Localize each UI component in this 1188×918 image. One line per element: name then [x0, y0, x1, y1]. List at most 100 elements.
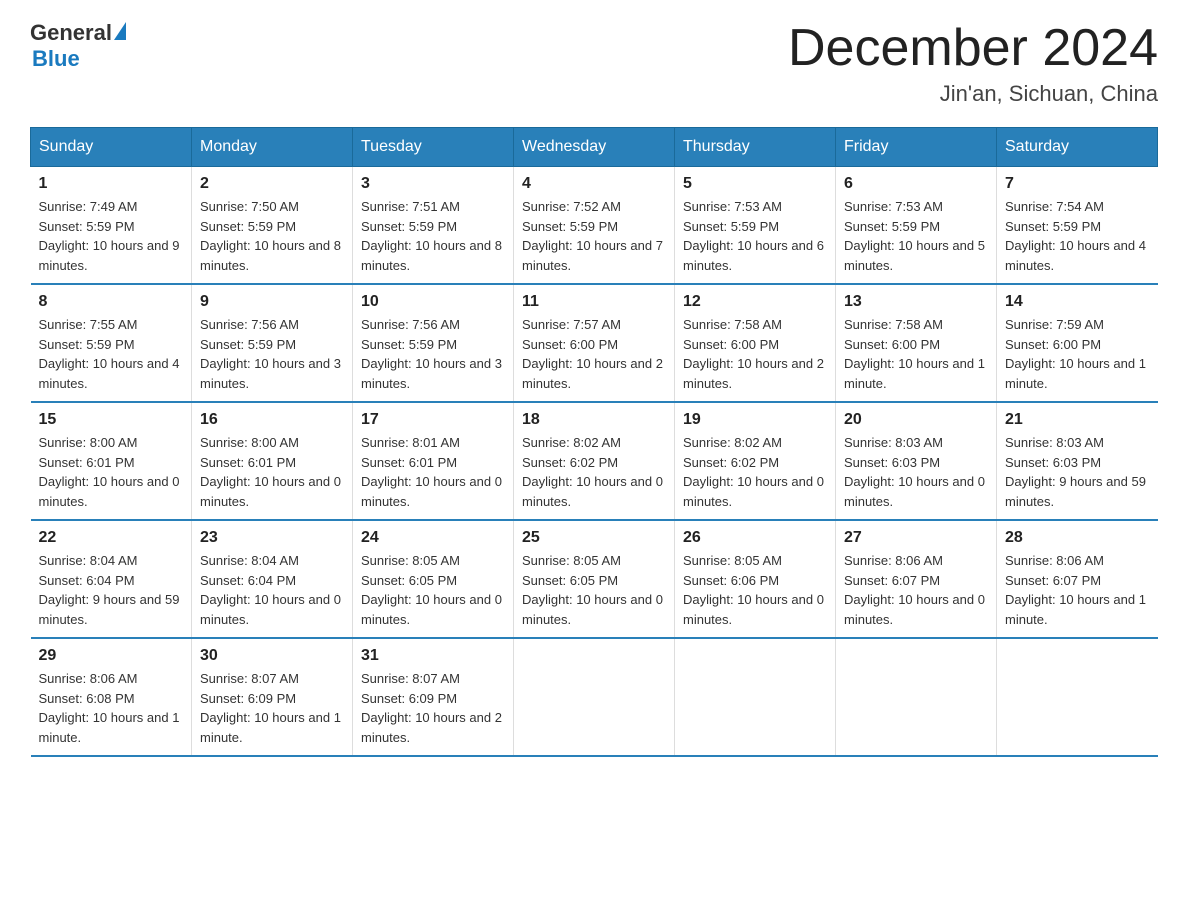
- day-info: Sunrise: 7:55 AMSunset: 5:59 PMDaylight:…: [39, 317, 180, 391]
- day-info: Sunrise: 7:51 AMSunset: 5:59 PMDaylight:…: [361, 199, 502, 273]
- day-number: 2: [200, 175, 344, 193]
- day-number: 22: [39, 529, 184, 547]
- calendar-week-row: 22 Sunrise: 8:04 AMSunset: 6:04 PMDaylig…: [31, 520, 1158, 638]
- day-number: 16: [200, 411, 344, 429]
- month-title: December 2024: [788, 20, 1158, 77]
- calendar-cell: 28 Sunrise: 8:06 AMSunset: 6:07 PMDaylig…: [997, 520, 1158, 638]
- day-number: 15: [39, 411, 184, 429]
- day-number: 17: [361, 411, 505, 429]
- day-info: Sunrise: 7:57 AMSunset: 6:00 PMDaylight:…: [522, 317, 663, 391]
- day-info: Sunrise: 8:04 AMSunset: 6:04 PMDaylight:…: [39, 553, 180, 627]
- calendar-cell: 5 Sunrise: 7:53 AMSunset: 5:59 PMDayligh…: [675, 167, 836, 285]
- calendar-cell: 17 Sunrise: 8:01 AMSunset: 6:01 PMDaylig…: [353, 402, 514, 520]
- day-number: 10: [361, 293, 505, 311]
- calendar-cell: 7 Sunrise: 7:54 AMSunset: 5:59 PMDayligh…: [997, 167, 1158, 285]
- calendar-cell: 24 Sunrise: 8:05 AMSunset: 6:05 PMDaylig…: [353, 520, 514, 638]
- calendar-cell: 20 Sunrise: 8:03 AMSunset: 6:03 PMDaylig…: [836, 402, 997, 520]
- calendar-cell: 14 Sunrise: 7:59 AMSunset: 6:00 PMDaylig…: [997, 284, 1158, 402]
- day-info: Sunrise: 8:01 AMSunset: 6:01 PMDaylight:…: [361, 435, 502, 509]
- calendar-cell: 4 Sunrise: 7:52 AMSunset: 5:59 PMDayligh…: [514, 167, 675, 285]
- day-number: 26: [683, 529, 827, 547]
- calendar-week-row: 29 Sunrise: 8:06 AMSunset: 6:08 PMDaylig…: [31, 638, 1158, 756]
- logo-blue-text: Blue: [32, 46, 80, 72]
- day-info: Sunrise: 7:59 AMSunset: 6:00 PMDaylight:…: [1005, 317, 1146, 391]
- header-monday: Monday: [192, 128, 353, 167]
- day-info: Sunrise: 8:05 AMSunset: 6:06 PMDaylight:…: [683, 553, 824, 627]
- calendar-cell: [675, 638, 836, 756]
- day-info: Sunrise: 7:50 AMSunset: 5:59 PMDaylight:…: [200, 199, 341, 273]
- day-info: Sunrise: 8:03 AMSunset: 6:03 PMDaylight:…: [844, 435, 985, 509]
- day-number: 25: [522, 529, 666, 547]
- calendar-cell: 12 Sunrise: 7:58 AMSunset: 6:00 PMDaylig…: [675, 284, 836, 402]
- calendar-week-row: 15 Sunrise: 8:00 AMSunset: 6:01 PMDaylig…: [31, 402, 1158, 520]
- header-saturday: Saturday: [997, 128, 1158, 167]
- calendar-cell: 13 Sunrise: 7:58 AMSunset: 6:00 PMDaylig…: [836, 284, 997, 402]
- day-number: 31: [361, 647, 505, 665]
- day-info: Sunrise: 8:05 AMSunset: 6:05 PMDaylight:…: [522, 553, 663, 627]
- calendar-cell: 10 Sunrise: 7:56 AMSunset: 5:59 PMDaylig…: [353, 284, 514, 402]
- day-info: Sunrise: 7:53 AMSunset: 5:59 PMDaylight:…: [844, 199, 985, 273]
- calendar-cell: 21 Sunrise: 8:03 AMSunset: 6:03 PMDaylig…: [997, 402, 1158, 520]
- day-info: Sunrise: 8:07 AMSunset: 6:09 PMDaylight:…: [200, 671, 341, 745]
- day-number: 9: [200, 293, 344, 311]
- day-number: 7: [1005, 175, 1150, 193]
- day-number: 18: [522, 411, 666, 429]
- calendar-cell: 3 Sunrise: 7:51 AMSunset: 5:59 PMDayligh…: [353, 167, 514, 285]
- day-info: Sunrise: 7:54 AMSunset: 5:59 PMDaylight:…: [1005, 199, 1146, 273]
- calendar-cell: 18 Sunrise: 8:02 AMSunset: 6:02 PMDaylig…: [514, 402, 675, 520]
- day-number: 13: [844, 293, 988, 311]
- title-block: December 2024 Jin'an, Sichuan, China: [788, 20, 1158, 107]
- calendar-cell: 16 Sunrise: 8:00 AMSunset: 6:01 PMDaylig…: [192, 402, 353, 520]
- day-info: Sunrise: 7:53 AMSunset: 5:59 PMDaylight:…: [683, 199, 824, 273]
- day-info: Sunrise: 7:56 AMSunset: 5:59 PMDaylight:…: [361, 317, 502, 391]
- day-info: Sunrise: 8:00 AMSunset: 6:01 PMDaylight:…: [200, 435, 341, 509]
- day-number: 28: [1005, 529, 1150, 547]
- calendar-cell: [997, 638, 1158, 756]
- day-number: 14: [1005, 293, 1150, 311]
- day-number: 30: [200, 647, 344, 665]
- day-info: Sunrise: 7:56 AMSunset: 5:59 PMDaylight:…: [200, 317, 341, 391]
- calendar-cell: [514, 638, 675, 756]
- day-number: 1: [39, 175, 184, 193]
- calendar-cell: 11 Sunrise: 7:57 AMSunset: 6:00 PMDaylig…: [514, 284, 675, 402]
- day-number: 23: [200, 529, 344, 547]
- day-number: 12: [683, 293, 827, 311]
- day-info: Sunrise: 7:58 AMSunset: 6:00 PMDaylight:…: [844, 317, 985, 391]
- header-friday: Friday: [836, 128, 997, 167]
- day-number: 3: [361, 175, 505, 193]
- day-info: Sunrise: 7:49 AMSunset: 5:59 PMDaylight:…: [39, 199, 180, 273]
- logo-general-text: General: [30, 20, 112, 46]
- calendar-cell: 6 Sunrise: 7:53 AMSunset: 5:59 PMDayligh…: [836, 167, 997, 285]
- day-info: Sunrise: 8:02 AMSunset: 6:02 PMDaylight:…: [683, 435, 824, 509]
- calendar-cell: 25 Sunrise: 8:05 AMSunset: 6:05 PMDaylig…: [514, 520, 675, 638]
- calendar-week-row: 8 Sunrise: 7:55 AMSunset: 5:59 PMDayligh…: [31, 284, 1158, 402]
- logo-triangle-icon: [114, 22, 126, 40]
- logo-container: General Blue: [30, 20, 126, 72]
- day-info: Sunrise: 8:07 AMSunset: 6:09 PMDaylight:…: [361, 671, 502, 745]
- header-sunday: Sunday: [31, 128, 192, 167]
- calendar-cell: 26 Sunrise: 8:05 AMSunset: 6:06 PMDaylig…: [675, 520, 836, 638]
- page-header: General Blue December 2024 Jin'an, Sichu…: [30, 20, 1158, 107]
- day-number: 20: [844, 411, 988, 429]
- calendar-cell: 19 Sunrise: 8:02 AMSunset: 6:02 PMDaylig…: [675, 402, 836, 520]
- calendar-cell: 29 Sunrise: 8:06 AMSunset: 6:08 PMDaylig…: [31, 638, 192, 756]
- calendar-cell: 1 Sunrise: 7:49 AMSunset: 5:59 PMDayligh…: [31, 167, 192, 285]
- day-number: 6: [844, 175, 988, 193]
- day-info: Sunrise: 8:06 AMSunset: 6:07 PMDaylight:…: [844, 553, 985, 627]
- calendar-cell: 27 Sunrise: 8:06 AMSunset: 6:07 PMDaylig…: [836, 520, 997, 638]
- day-info: Sunrise: 7:52 AMSunset: 5:59 PMDaylight:…: [522, 199, 663, 273]
- day-info: Sunrise: 8:05 AMSunset: 6:05 PMDaylight:…: [361, 553, 502, 627]
- day-number: 27: [844, 529, 988, 547]
- day-info: Sunrise: 8:02 AMSunset: 6:02 PMDaylight:…: [522, 435, 663, 509]
- calendar-cell: 22 Sunrise: 8:04 AMSunset: 6:04 PMDaylig…: [31, 520, 192, 638]
- calendar-cell: [836, 638, 997, 756]
- calendar-header-row: SundayMondayTuesdayWednesdayThursdayFrid…: [31, 128, 1158, 167]
- header-thursday: Thursday: [675, 128, 836, 167]
- day-info: Sunrise: 8:03 AMSunset: 6:03 PMDaylight:…: [1005, 435, 1146, 509]
- calendar-cell: 2 Sunrise: 7:50 AMSunset: 5:59 PMDayligh…: [192, 167, 353, 285]
- calendar-cell: 15 Sunrise: 8:00 AMSunset: 6:01 PMDaylig…: [31, 402, 192, 520]
- calendar-cell: 8 Sunrise: 7:55 AMSunset: 5:59 PMDayligh…: [31, 284, 192, 402]
- day-number: 24: [361, 529, 505, 547]
- header-wednesday: Wednesday: [514, 128, 675, 167]
- calendar-cell: 31 Sunrise: 8:07 AMSunset: 6:09 PMDaylig…: [353, 638, 514, 756]
